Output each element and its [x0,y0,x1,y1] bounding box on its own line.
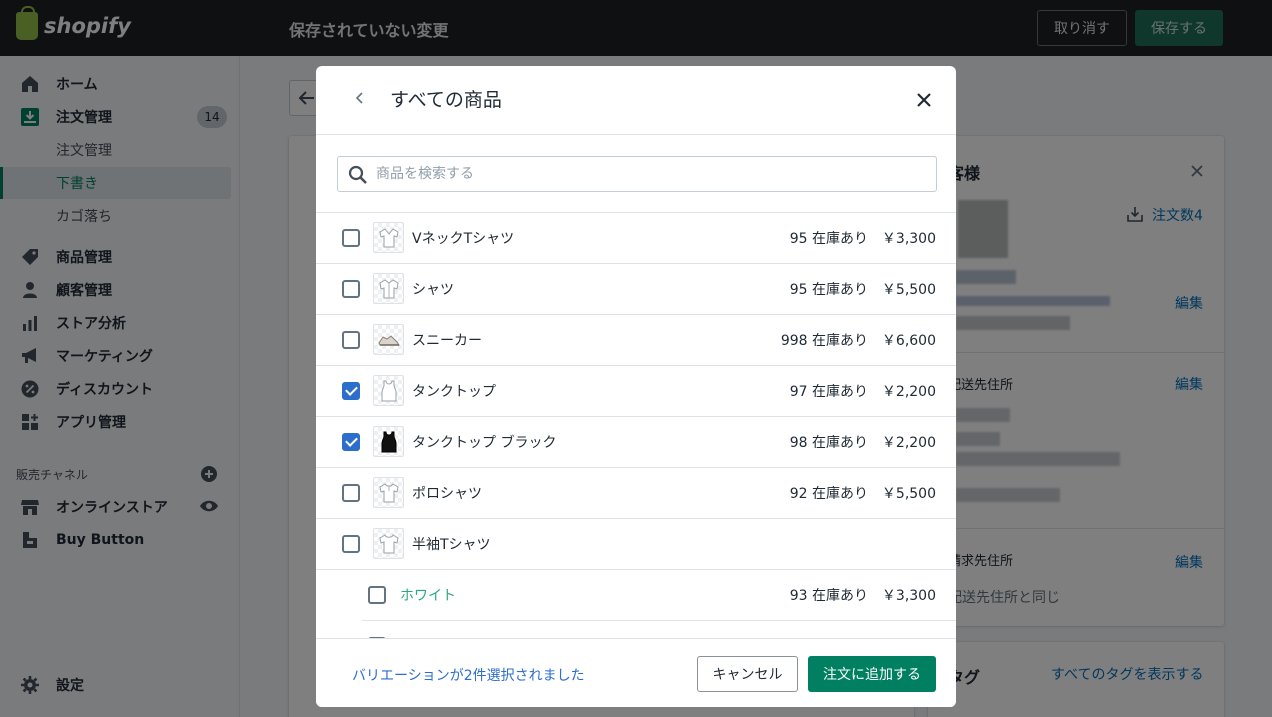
product-stock: 97 在庫あり [789,384,868,400]
product-row[interactable]: タンクトップ 97 在庫あり ￥2,200 [316,366,956,417]
search-input[interactable] [376,157,926,191]
black-tanktop-thumbnail-icon [373,426,404,457]
product-checkbox-checked[interactable] [342,382,360,400]
product-name: ポロシャツ [412,486,482,502]
add-to-order-button[interactable]: 注文に追加する [808,656,936,692]
variant-checkbox[interactable] [368,586,386,604]
variant-row[interactable]: ホワイト 93 在庫あり ￥3,300 [362,570,956,621]
polo-thumbnail-icon [373,477,404,508]
product-stock: 95 在庫あり [789,231,868,247]
product-price: ￥2,200 [881,384,936,400]
product-checkbox[interactable] [342,280,360,298]
modal-title: すべての商品 [390,89,502,111]
chevron-left-icon[interactable] [350,88,370,108]
product-checkbox-checked[interactable] [342,433,360,451]
tanktop-thumbnail-icon [373,375,404,406]
product-checkbox[interactable] [342,535,360,553]
selected-variants-link[interactable]: バリエーションが2件選択されました [352,665,585,685]
product-stock: 92 在庫あり [789,486,868,502]
tshirt-thumbnail-icon [373,528,404,559]
product-row[interactable]: ポロシャツ 92 在庫あり ￥5,500 [316,468,956,519]
product-stock: 98 在庫あり [789,435,868,451]
product-row[interactable]: シャツ 95 在庫あり ￥5,500 [316,264,956,315]
product-price: ￥5,500 [881,486,936,502]
sneaker-thumbnail-icon [373,324,404,355]
product-name: タンクトップ [412,384,496,400]
product-row[interactable]: 半袖Tシャツ [316,519,956,570]
product-list: VネックTシャツ 95 在庫あり ￥3,300 シャツ 95 在庫あり ￥5,5… [316,213,956,638]
product-price: ￥2,200 [881,435,936,451]
product-stock: 998 在庫あり [780,333,868,349]
product-row[interactable]: VネックTシャツ 95 在庫あり ￥3,300 [316,213,956,264]
product-row[interactable]: スニーカー 998 在庫あり ￥6,600 [316,315,956,366]
search-icon [348,165,368,185]
modal-header: すべての商品 [316,66,956,135]
variant-stock: 93 在庫あり [789,588,868,604]
variant-name: ホワイト [400,588,456,604]
product-search[interactable] [337,156,937,192]
product-name: タンクトップ ブラック [412,435,557,451]
tshirt-thumbnail-icon [373,222,404,253]
product-name: VネックTシャツ [412,231,515,247]
product-checkbox[interactable] [342,484,360,502]
product-name: シャツ [412,282,454,298]
modal-footer: バリエーションが2件選択されました キャンセル 注文に追加する [316,638,956,707]
shirt-thumbnail-icon [373,273,404,304]
product-checkbox[interactable] [342,229,360,247]
variant-price: ￥3,300 [881,588,936,604]
product-name: スニーカー [412,333,482,349]
product-name: 半袖Tシャツ [412,537,491,553]
cancel-button[interactable]: キャンセル [697,656,798,692]
close-icon[interactable] [914,90,934,110]
product-price: ￥6,600 [881,333,936,349]
product-stock: 95 在庫あり [789,282,868,298]
product-price: ￥3,300 [881,231,936,247]
product-checkbox[interactable] [342,331,360,349]
product-price: ￥5,500 [881,282,936,298]
product-row[interactable]: タンクトップ ブラック 98 在庫あり ￥2,200 [316,417,956,468]
variant-row[interactable] [362,621,956,638]
product-picker-modal: すべての商品 VネックTシャツ 95 在庫あり ￥3,300 シャツ 95 在 [316,66,956,707]
